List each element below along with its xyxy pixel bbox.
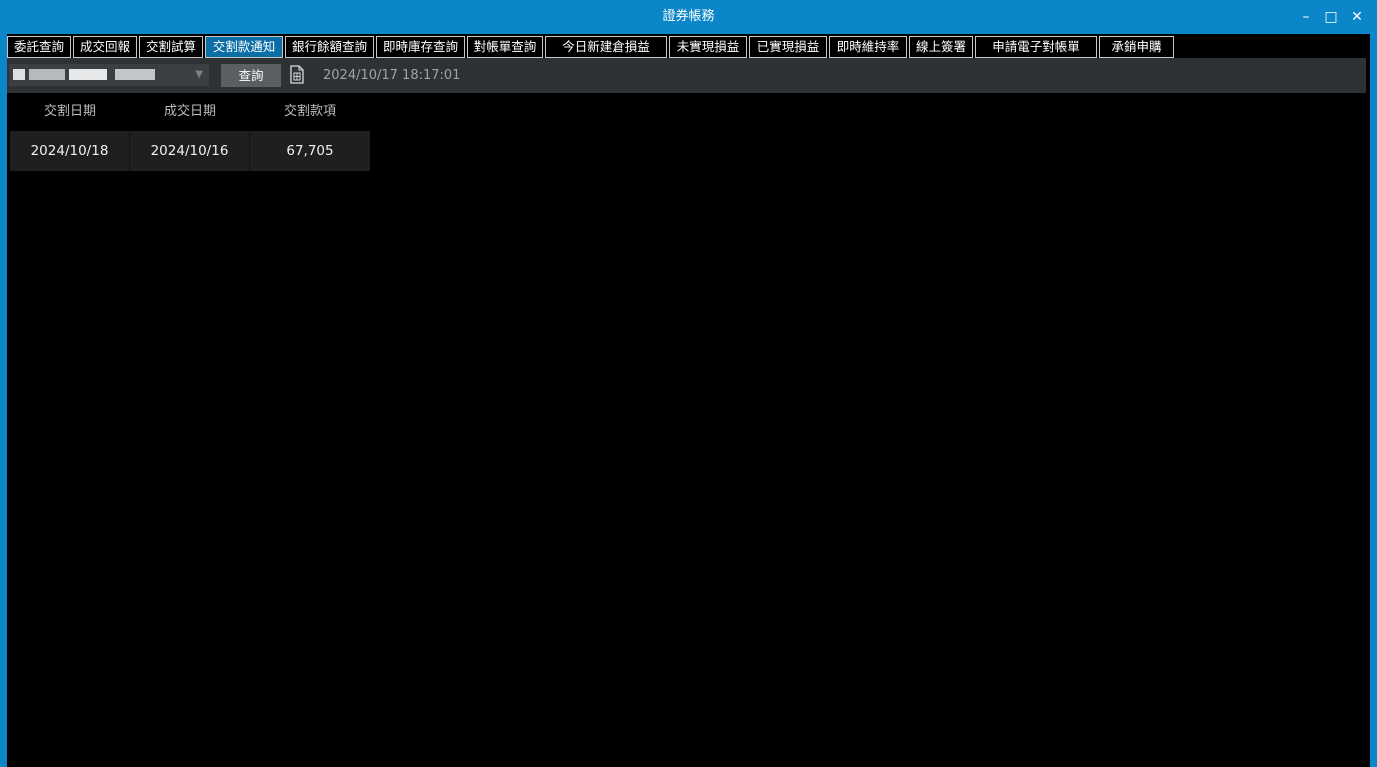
title-bar[interactable]: 證券帳務 – □ ✕ [0, 0, 1377, 34]
close-button[interactable]: ✕ [1344, 0, 1370, 34]
excel-export-icon[interactable] [290, 65, 304, 84]
tab-settlement-trial[interactable]: 交割試算 [139, 36, 203, 58]
tab-realized-pl[interactable]: 已實現損益 [749, 36, 827, 58]
tab-order-query[interactable]: 委託查詢 [7, 36, 71, 58]
cell-settlement-date: 2024/10/18 [10, 131, 130, 171]
column-header-settlement-date[interactable]: 交割日期 [10, 93, 130, 131]
cell-settlement-amount: 67,705 [286, 143, 334, 159]
account-dropdown[interactable]: ▼ [9, 64, 209, 86]
tab-underwriting-subscription[interactable]: 承銷申購 [1099, 36, 1174, 58]
masked-account-block [29, 69, 65, 80]
tab-statement-query[interactable]: 對帳單查詢 [467, 36, 543, 58]
table-header: 交割日期 成交日期 交割款項 [10, 93, 370, 131]
table-row[interactable]: 2024/10/18 2024/10/16 67,705 [10, 131, 370, 171]
tab-today-new-position-pl[interactable]: 今日新建倉損益 [545, 36, 667, 58]
tab-maintenance-ratio[interactable]: 即時維持率 [829, 36, 907, 58]
query-button[interactable]: 查詢 [221, 64, 281, 87]
maximize-button[interactable]: □ [1318, 0, 1344, 34]
masked-account-block [115, 69, 155, 80]
window-title: 證券帳務 [662, 9, 715, 24]
toolbar: ▼ 查詢 2024/10/17 18:17:01 [7, 58, 1366, 93]
masked-account-block [13, 69, 25, 80]
chevron-down-icon: ▼ [195, 69, 203, 80]
tab-settlement-notice[interactable]: 交割款通知 [205, 36, 283, 58]
tab-bar: 委託查詢 成交回報 交割試算 交割款通知 銀行餘額查詢 即時庫存查詢 對帳單查詢… [7, 36, 1176, 58]
tab-realtime-inventory[interactable]: 即時庫存查詢 [376, 36, 465, 58]
column-header-settlement-amount[interactable]: 交割款項 [250, 93, 370, 131]
query-timestamp: 2024/10/17 18:17:01 [323, 68, 461, 83]
tab-trade-report[interactable]: 成交回報 [73, 36, 137, 58]
tab-bank-balance[interactable]: 銀行餘額查詢 [285, 36, 374, 58]
tab-online-signing[interactable]: 線上簽署 [909, 36, 973, 58]
tab-e-statement-apply[interactable]: 申請電子對帳單 [975, 36, 1097, 58]
minimize-button[interactable]: – [1293, 0, 1319, 34]
app-window: 證券帳務 – □ ✕ 委託查詢 成交回報 交割試算 交割款通知 銀行餘額查詢 即… [0, 0, 1377, 767]
column-header-trade-date[interactable]: 成交日期 [130, 93, 250, 131]
masked-account-block [69, 69, 107, 80]
settlement-table: 交割日期 成交日期 交割款項 2024/10/18 2024/10/16 67,… [10, 93, 370, 171]
main-content: 委託查詢 成交回報 交割試算 交割款通知 銀行餘額查詢 即時庫存查詢 對帳單查詢… [7, 34, 1370, 767]
cell-trade-date: 2024/10/16 [130, 131, 250, 171]
tab-unrealized-pl[interactable]: 未實現損益 [669, 36, 747, 58]
